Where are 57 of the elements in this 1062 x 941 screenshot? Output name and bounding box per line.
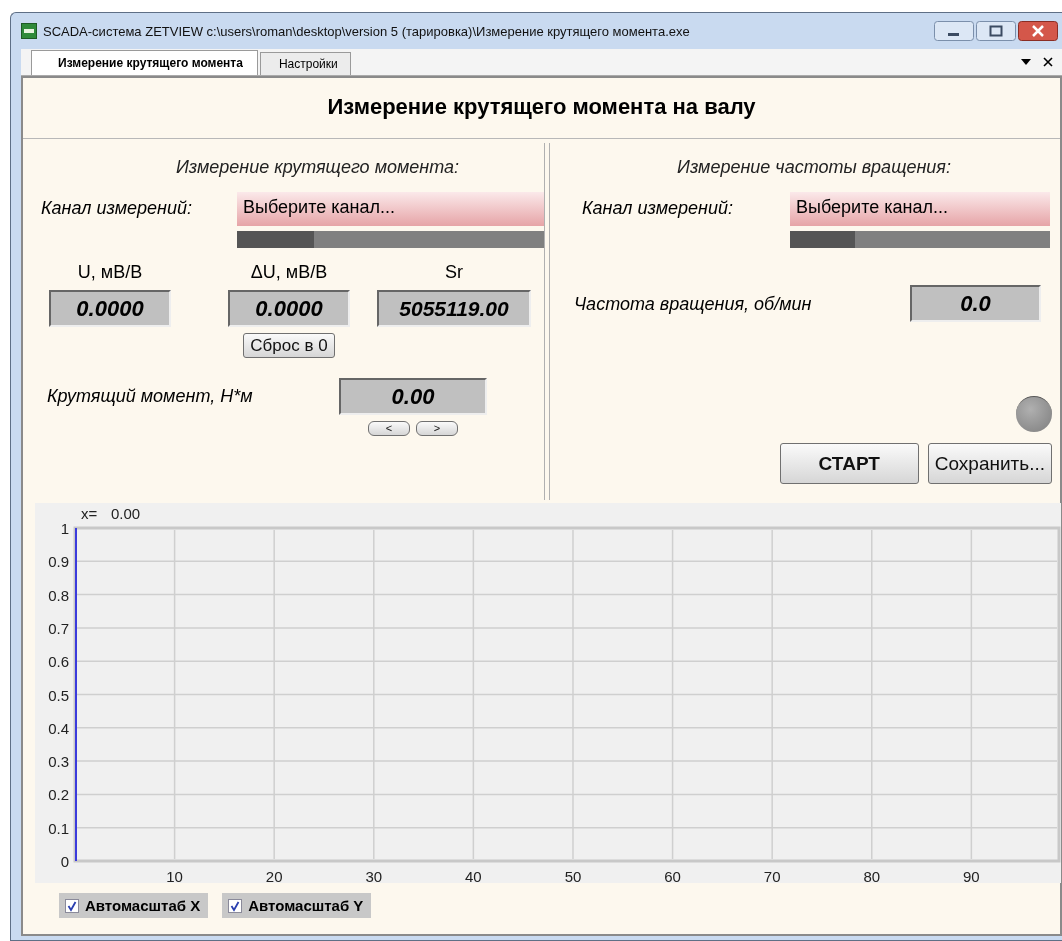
autoscale-checkbox[interactable]: Автомасштаб X: [59, 893, 209, 918]
y-tick-label: 0: [60, 853, 69, 870]
x-tick-label: 40: [465, 868, 482, 883]
cursor-label: x=: [81, 505, 98, 522]
autoscale-checkbox[interactable]: Автомасштаб Y: [222, 893, 372, 918]
save-button[interactable]: Сохранить...: [927, 443, 1052, 484]
reset-button[interactable]: Сброс в 0: [243, 333, 335, 358]
start-button[interactable]: СТАРТ: [779, 443, 919, 484]
section-title: Измерение крутящего момента:: [174, 157, 461, 178]
cursor-value: 0.00: [111, 505, 141, 522]
y-tick-label: 1: [60, 520, 69, 537]
y-tick-label: 0.6: [48, 653, 69, 671]
value-display: 5055119.00: [377, 290, 531, 327]
checkbox-icon[interactable]: [65, 898, 79, 913]
minimize-button[interactable]: [934, 21, 974, 41]
y-tick-label: 0.1: [48, 819, 69, 837]
y-tick-label: 0.8: [48, 586, 69, 604]
x-tick-label: 20: [265, 868, 283, 883]
x-tick-label: 80: [863, 868, 881, 883]
value-display: 0.0000: [228, 290, 350, 327]
y-tick-label: 0.4: [48, 719, 69, 737]
value-display: 0.0000: [49, 290, 171, 327]
value-display: 0.00: [339, 378, 487, 415]
step-button[interactable]: >: [416, 421, 458, 436]
y-tick-label: 0.9: [48, 553, 69, 571]
y-tick-label: 0.2: [48, 786, 69, 804]
page-heading: Измерение крутящего момента на валу: [23, 78, 1060, 139]
value-display: 0.0: [910, 285, 1041, 322]
value-label: ΔU, мВ/В: [250, 262, 328, 284]
window-title: SCADA-система ZETVIEW c:\users\roman\desktop\version 5 (тарировка)\Измерение крутящего момента.exe: [43, 23, 691, 39]
checkbox-icon[interactable]: [228, 898, 243, 913]
close-button[interactable]: [1018, 21, 1058, 41]
y-tick-label: 0.5: [48, 686, 69, 704]
x-tick-label: 50: [564, 868, 582, 883]
x-tick-label: 30: [365, 868, 383, 883]
field-label: Крутящий момент, Н*м: [47, 386, 254, 407]
field-label: Канал измерений:: [41, 198, 193, 220]
section-title: Измерение частоты вращения:: [676, 157, 952, 178]
tab[interactable]: Настройки: [259, 52, 351, 75]
y-tick-label: 0.3: [48, 753, 69, 771]
y-tick-label: 0.7: [48, 619, 69, 637]
x-tick-label: 60: [664, 868, 681, 883]
channel-select[interactable]: Выберите канал...: [237, 192, 544, 226]
value-label: Sr: [445, 262, 463, 284]
dropdown-icon[interactable]: [1020, 57, 1032, 67]
close-icon[interactable]: [1042, 56, 1054, 68]
x-tick-label: 90: [963, 868, 980, 883]
field-label: Канал измерений:: [582, 198, 734, 220]
maximize-button[interactable]: [976, 21, 1016, 41]
value-label: U, мВ/В: [77, 262, 143, 284]
channel-select[interactable]: Выберите канал...: [790, 192, 1050, 226]
app-icon: [21, 23, 37, 39]
field-label: Частота вращения, об/мин: [574, 294, 813, 315]
x-tick-label: 70: [763, 868, 781, 883]
x-tick-label: 10: [166, 868, 183, 883]
tab[interactable]: Измерение крутящего момента: [31, 50, 258, 75]
step-button[interactable]: <: [368, 421, 410, 436]
